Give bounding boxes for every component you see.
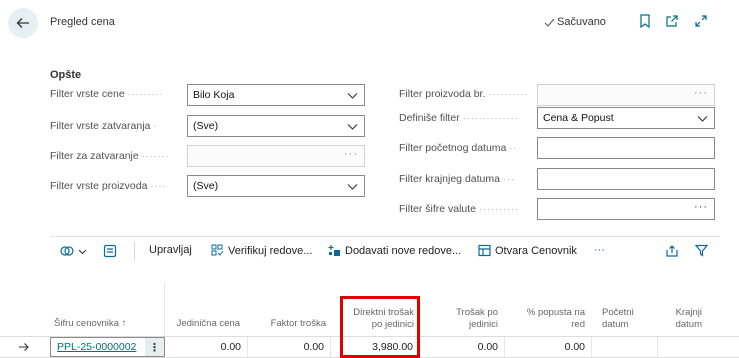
column-header-cost-factor[interactable]: Faktor troška <box>250 318 326 330</box>
chevron-down-icon <box>697 116 708 122</box>
saved-status: Sačuvano <box>544 16 606 28</box>
add-new-lines-button[interactable]: Dodavati nove redove... <box>328 244 461 257</box>
item-type-filter-label: Filter vrste proizvoda ···· <box>50 180 167 192</box>
row-selected-arrow-icon <box>18 341 30 356</box>
ellipsis-icon: ··· <box>694 87 708 99</box>
currency-code-filter-label: Filter šifre valute ·········· <box>399 203 520 215</box>
bookmark-button[interactable] <box>637 13 653 29</box>
open-new-window-button[interactable] <box>664 13 680 29</box>
more-options-button[interactable]: ··· <box>594 244 605 256</box>
ellipsis-icon: ··· <box>344 148 358 160</box>
verify-icon <box>211 244 224 256</box>
view-options-button[interactable] <box>60 244 87 258</box>
bookmark-icon <box>640 14 650 28</box>
closing-type-filter-label: Filter vrste zatvaranja · <box>50 120 158 132</box>
open-price-list-button[interactable]: Otvara Cenovnik <box>478 244 577 257</box>
cost-factor-cell[interactable]: 0.00 <box>251 337 330 357</box>
line-discount-cell[interactable]: 0.00 <box>508 337 591 357</box>
cell-divider <box>591 337 592 357</box>
end-date-filter-input[interactable] <box>537 168 715 190</box>
page-title: Pregled cena <box>50 16 115 28</box>
price-list-code-link[interactable]: PPL-25-0000002 <box>57 341 136 353</box>
closing-filter-label: Filter za zatvaranje ······· <box>50 150 170 162</box>
price-list-icon <box>478 244 491 257</box>
closing-filter-input: ··· <box>187 145 365 167</box>
unit-price-cell[interactable]: 0.00 <box>168 337 247 357</box>
open-in-new-window-icon <box>666 15 678 27</box>
item-no-filter-label: Filter proizvoda br. ·········· <box>399 88 529 100</box>
column-header-line-discount[interactable]: % popusta na red <box>508 307 585 331</box>
highlight-box <box>340 296 420 358</box>
defines-filter-label: Definiše filter ·············· <box>399 112 519 124</box>
column-header-unit-cost[interactable]: Trošak po jedinici <box>420 307 498 331</box>
edit-list-button[interactable] <box>103 244 117 258</box>
share-button[interactable] <box>665 244 679 258</box>
verify-lines-button[interactable]: Verifikuj redove... <box>211 244 312 257</box>
end-date-filter-label: Filter krajnjeg datuma ··· <box>399 173 515 185</box>
start-date-filter-input[interactable] <box>537 137 715 159</box>
start-date-cell[interactable] <box>595 337 657 357</box>
section-title: Opšte <box>50 69 82 81</box>
cell-divider <box>657 337 658 357</box>
cell-divider <box>504 337 505 357</box>
chevron-down-icon <box>347 124 358 130</box>
chevron-down-icon <box>78 249 87 254</box>
start-date-filter-label: Filter početnog datuma ·· <box>399 142 518 154</box>
checkmark-icon <box>544 18 555 27</box>
cell-divider <box>247 337 248 357</box>
filter-icon <box>695 244 708 257</box>
share-icon <box>666 245 678 257</box>
view-options-icon <box>60 246 74 256</box>
ellipsis-icon: ··· <box>694 201 708 213</box>
cell-divider <box>330 337 331 357</box>
chevron-down-icon <box>347 93 358 99</box>
row-actions-button[interactable]: ⋮ <box>145 338 164 356</box>
saved-label: Sačuvano <box>557 16 606 28</box>
column-header-unit-price[interactable]: Jedinična cena <box>168 318 240 330</box>
filter-button[interactable] <box>695 244 708 257</box>
expand-icon <box>695 15 707 27</box>
defines-filter-select[interactable]: Cena & Popust <box>537 107 715 129</box>
chevron-down-icon <box>347 184 358 190</box>
arrow-left-icon <box>16 18 29 28</box>
end-date-cell[interactable] <box>661 337 721 357</box>
edit-list-icon <box>103 244 117 258</box>
column-header-price-list-code[interactable]: Šifru cenovnika ↑ <box>54 318 164 330</box>
item-type-filter-select[interactable]: (Sve) <box>187 175 365 197</box>
toolbar-divider <box>134 242 135 260</box>
expand-button[interactable] <box>693 13 709 29</box>
item-no-filter-input: ··· <box>537 84 715 106</box>
back-button[interactable] <box>8 8 38 38</box>
price-type-filter-select[interactable]: Bilo Koja <box>187 84 365 106</box>
closing-type-filter-select[interactable]: (Sve) <box>187 115 365 137</box>
unit-cost-cell[interactable]: 0.00 <box>423 337 504 357</box>
add-lines-icon <box>328 245 340 256</box>
manage-menu[interactable]: Upravljaj <box>149 244 192 256</box>
price-type-filter-label: Filter vrste cene ········· <box>50 88 164 100</box>
column-header-end-date[interactable]: Krajnji datum <box>640 307 702 331</box>
currency-code-filter-input[interactable]: ··· <box>537 198 715 220</box>
